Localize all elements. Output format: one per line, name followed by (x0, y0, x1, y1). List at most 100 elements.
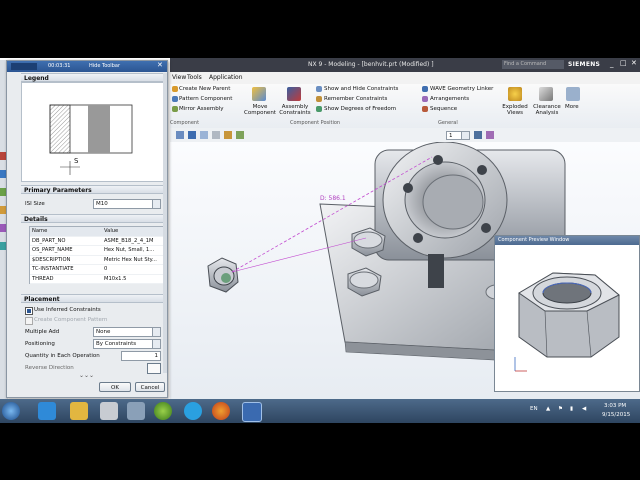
network-tray-icon[interactable]: ▮ (570, 406, 573, 412)
dialog-scrollbar[interactable] (163, 73, 167, 373)
network-icon[interactable] (127, 402, 145, 420)
menu-application[interactable]: Application (209, 74, 243, 81)
cell-value: Hex Nut, Small, 1... (104, 247, 155, 253)
chevron-down-icon[interactable] (152, 200, 160, 208)
details-header[interactable]: Details (21, 214, 167, 223)
cell-value: 0 (104, 266, 108, 272)
shaded-icon[interactable] (188, 131, 196, 139)
column-header-name: Name (32, 228, 48, 234)
view-orient-icon[interactable] (176, 131, 184, 139)
group-label-component: Component (170, 120, 200, 126)
internet-explorer-icon[interactable] (38, 402, 56, 420)
dialog-title-bar[interactable]: 00:03:31 Hide Toolbar ✕ (7, 61, 167, 72)
tray-chevron-icon[interactable]: ▲ (546, 406, 550, 412)
show-degrees-of-freedom-button[interactable]: Show Degrees of Freedom (324, 106, 396, 112)
cell-value: ASME_B18_2_4_1M (104, 237, 154, 244)
exploded-views-icon (508, 87, 522, 101)
move-component-button[interactable]: Move Component (242, 104, 278, 116)
positioning-select[interactable]: By Constraints (93, 339, 161, 349)
use-inferred-label: Use Inferred Constraints (34, 307, 101, 313)
ok-button[interactable]: OK (99, 382, 131, 392)
snap-icon[interactable] (224, 131, 232, 139)
maximize-icon[interactable]: □ (620, 59, 627, 67)
legend-image: S (21, 82, 167, 182)
create-new-parent-button[interactable]: Create New Parent (179, 86, 230, 92)
group-label-component-position: Component Position (290, 120, 341, 126)
menu-view[interactable]: View (172, 74, 186, 81)
fit-icon[interactable] (200, 131, 208, 139)
distance-label: D: 586.1 (320, 195, 346, 202)
legend-section-header[interactable]: Legend (21, 73, 167, 82)
action-center-icon[interactable]: ⚑ (558, 406, 563, 412)
layer-icon[interactable] (474, 131, 482, 139)
media-player-icon[interactable] (100, 402, 118, 420)
table-row[interactable]: OS_PART_NAME Hex Nut, Small, 1... (30, 246, 166, 256)
language-indicator[interactable]: EN (530, 406, 538, 412)
table-row[interactable]: $DESCRIPTION Metric Hex Nut Sty... (30, 256, 166, 265)
create-pattern-checkbox[interactable] (25, 317, 33, 325)
preview-nut-model[interactable] (495, 245, 639, 391)
cancel-button[interactable]: Cancel (135, 382, 165, 392)
skype-icon[interactable] (184, 402, 202, 420)
clearance-analysis-button[interactable]: Clearance Analysis (530, 104, 564, 116)
dialog-close-icon[interactable]: ✕ (157, 61, 163, 69)
placement-header[interactable]: Placement (21, 294, 167, 303)
windows-taskbar: EN ▲ ⚑ ▮ ◀ 3:03 PM 9/15/2015 (0, 399, 640, 423)
reverse-direction-button[interactable] (147, 363, 161, 374)
floating-nut[interactable] (207, 257, 239, 293)
positioning-label: Positioning (25, 341, 55, 347)
table-row[interactable]: THREAD M10x1.5 (30, 275, 166, 284)
chevron-down-icon[interactable] (461, 132, 469, 139)
nx-app-icon[interactable] (242, 402, 262, 422)
hide-toolbar-button[interactable]: Hide Toolbar (89, 63, 120, 69)
siemens-logo: SIEMENS (568, 61, 601, 68)
filter-count-field[interactable]: 1 (446, 131, 470, 140)
pattern-component-button[interactable]: Pattern Component (179, 96, 232, 102)
exploded-views-button[interactable]: Exploded Views (498, 104, 532, 116)
quantity-field[interactable]: 1 (121, 351, 161, 361)
assembly-constraints-button[interactable]: Assembly Constraints (278, 104, 312, 116)
column-header-value: Value (104, 228, 119, 234)
chevron-down-icon[interactable] (152, 340, 160, 348)
letterbox-top (0, 0, 640, 58)
volume-icon[interactable]: ◀ (582, 406, 586, 412)
chevron-down-icon[interactable] (152, 328, 160, 336)
clock-time[interactable]: 3:03 PM (604, 403, 626, 409)
remember-constraints-button[interactable]: Remember Constraints (324, 96, 387, 102)
placement-title: Placement (24, 296, 60, 303)
table-row[interactable]: DB_PART_NO ASME_B18_2_4_1M (30, 237, 166, 246)
sequence-button[interactable]: Sequence (430, 106, 457, 112)
clock-date[interactable]: 9/15/2015 (602, 412, 630, 418)
multiple-add-value: None (96, 329, 111, 335)
firefox-icon[interactable] (212, 402, 230, 420)
table-row[interactable]: TC-INSTANTIATE 0 (30, 265, 166, 275)
find-command-input[interactable]: Find a Command (502, 60, 564, 69)
remember-constraints-icon (316, 96, 322, 102)
filter-icon[interactable] (236, 131, 244, 139)
use-inferred-checkbox[interactable] (25, 307, 33, 315)
wave-linker-icon (422, 86, 428, 92)
start-button-icon[interactable] (2, 402, 20, 420)
details-table: Name Value DB_PART_NO ASME_B18_2_4_1M OS_… (29, 226, 167, 284)
menu-tools[interactable]: Tools (187, 74, 202, 81)
iso-size-select[interactable]: M10 (93, 199, 161, 209)
multiple-add-select[interactable]: None (93, 327, 161, 337)
minimize-icon[interactable]: _ (610, 60, 614, 68)
component-preview-window[interactable]: Component Preview Window (494, 235, 640, 392)
arrangements-button[interactable]: Arrangements (430, 96, 469, 102)
mirror-assembly-button[interactable]: Mirror Assembly (179, 106, 223, 112)
legend-title: Legend (24, 75, 49, 82)
filter-count-value: 1 (449, 133, 453, 139)
file-explorer-icon[interactable] (70, 402, 88, 420)
zoom-icon[interactable] (212, 131, 220, 139)
wcs-icon[interactable] (486, 131, 494, 139)
browser-icon[interactable] (154, 402, 172, 420)
show-hide-constraints-button[interactable]: Show and Hide Constraints (324, 86, 398, 92)
close-icon[interactable]: ✕ (631, 59, 637, 67)
cell-value: Metric Hex Nut Sty... (104, 256, 157, 263)
more-button[interactable]: More (565, 104, 579, 110)
primary-parameters-header[interactable]: Primary Parameters (21, 185, 167, 194)
table-header-row: Name Value (30, 227, 166, 237)
chevron-down-icon[interactable]: ⌄⌄⌄ (79, 372, 94, 379)
wave-geometry-linker-button[interactable]: WAVE Geometry Linker (430, 86, 493, 92)
